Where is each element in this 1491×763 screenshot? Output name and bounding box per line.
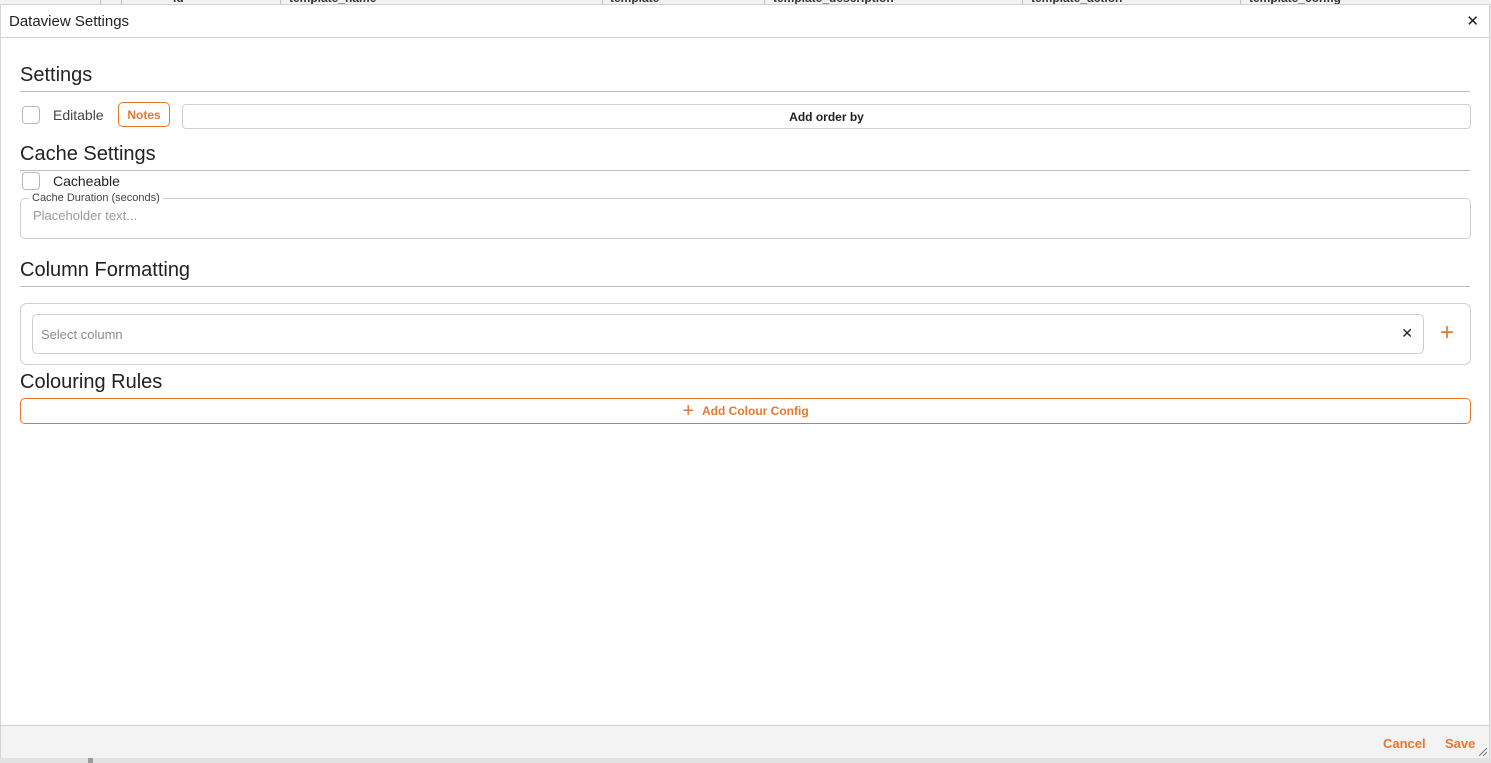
dataview-settings-dialog: Dataview Settings ✕ Settings Editable No… xyxy=(0,4,1490,758)
editable-checkbox[interactable] xyxy=(22,106,40,124)
background-scroll-mark xyxy=(88,758,93,763)
cache-duration-label: Cache Duration (seconds) xyxy=(29,192,163,204)
cache-duration-field xyxy=(20,198,1471,239)
dialog-title: Dataview Settings xyxy=(9,13,130,30)
add-colour-config-button[interactable]: + Add Colour Config xyxy=(20,398,1471,424)
cache-settings-section-title: Cache Settings xyxy=(20,143,156,165)
close-icon[interactable]: ✕ xyxy=(1466,12,1479,30)
cancel-button[interactable]: Cancel xyxy=(1383,736,1426,751)
settings-section-title: Settings xyxy=(20,64,93,86)
save-button[interactable]: Save xyxy=(1445,736,1475,751)
add-order-by-button[interactable]: Add order by xyxy=(182,104,1471,129)
plus-icon[interactable]: + xyxy=(1437,320,1457,346)
select-column-placeholder: Select column xyxy=(41,327,123,342)
plus-icon: + xyxy=(682,400,695,422)
editable-label: Editable xyxy=(53,107,104,123)
cache-duration-input[interactable] xyxy=(33,208,1433,223)
add-colour-config-label: Add Colour Config xyxy=(702,404,809,418)
notes-button[interactable]: Notes xyxy=(118,102,170,127)
resize-handle-icon[interactable] xyxy=(1479,748,1487,756)
section-divider xyxy=(20,170,1470,171)
colouring-rules-section-title: Colouring Rules xyxy=(20,371,163,393)
column-formatting-panel: Select column ✕ + xyxy=(20,303,1471,365)
close-icon[interactable]: ✕ xyxy=(1401,325,1413,342)
column-formatting-section-title: Column Formatting xyxy=(20,259,191,281)
dialog-footer: Cancel Save xyxy=(1,725,1489,758)
cacheable-checkbox[interactable] xyxy=(22,172,40,190)
cacheable-label: Cacheable xyxy=(53,173,120,189)
background-bottom-strip xyxy=(0,758,1491,763)
select-column-dropdown[interactable]: Select column ✕ xyxy=(32,314,1424,354)
section-divider xyxy=(20,91,1470,92)
section-divider xyxy=(20,286,1470,287)
dialog-titlebar: Dataview Settings ✕ xyxy=(1,5,1489,38)
